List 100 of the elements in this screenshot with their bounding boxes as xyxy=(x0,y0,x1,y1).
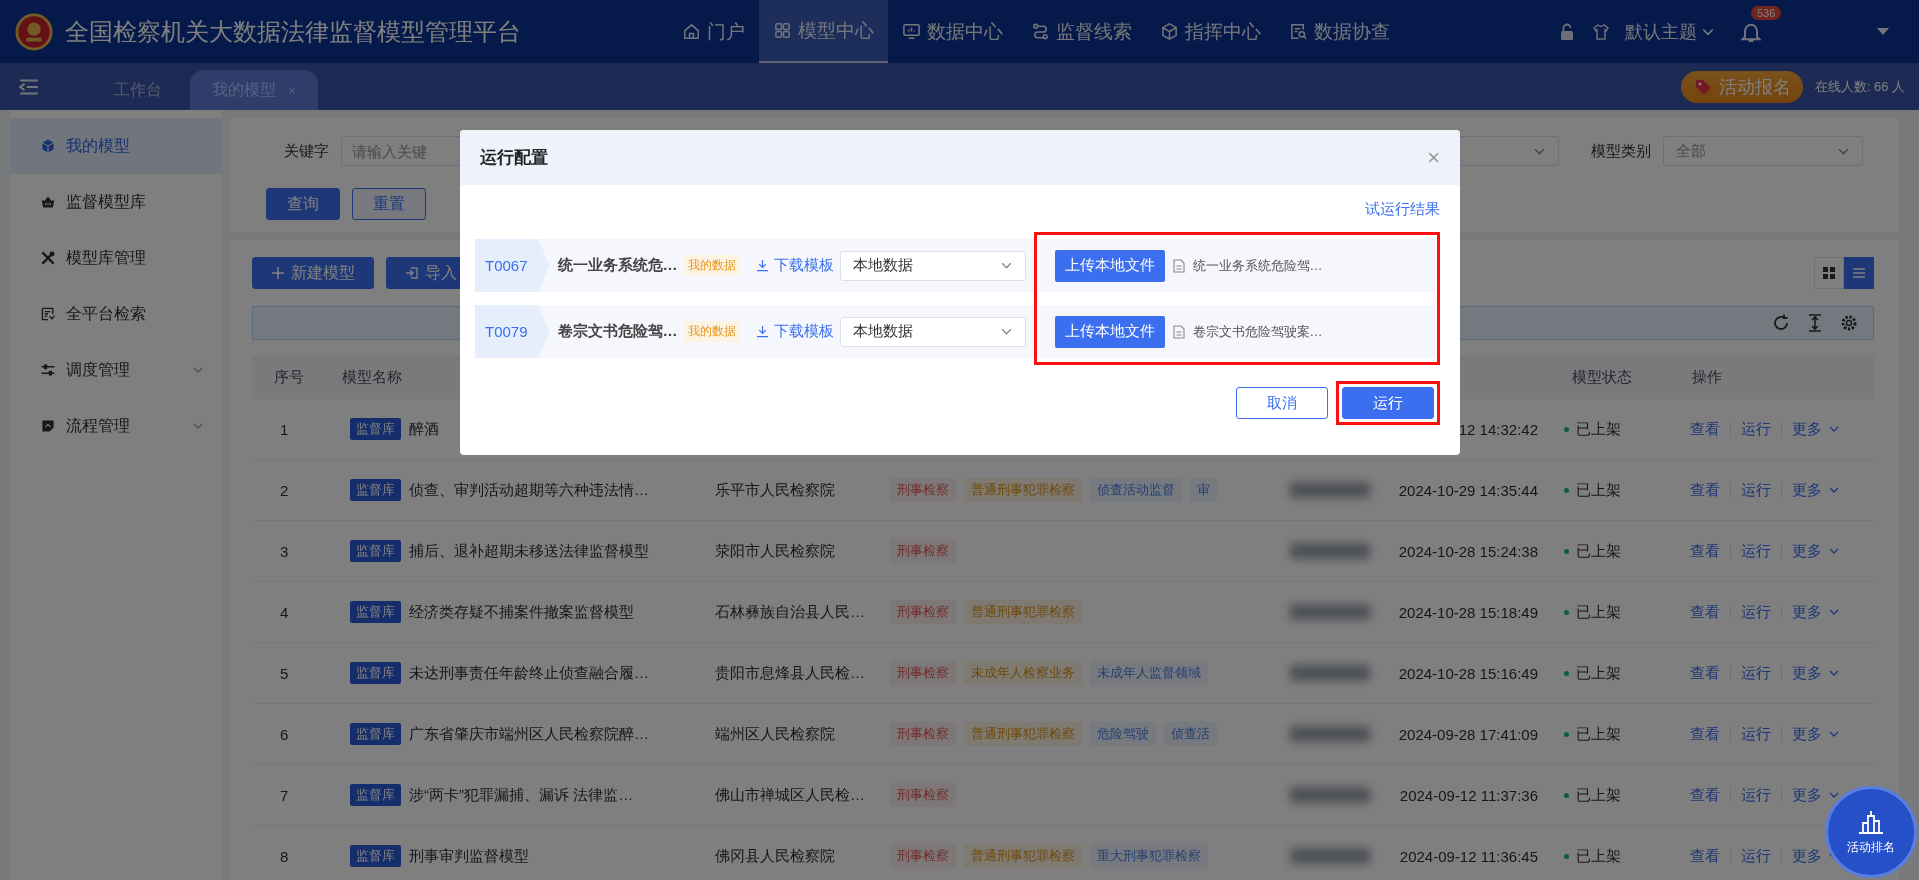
category-select[interactable]: 全部 xyxy=(1663,136,1863,166)
category-tag: 侦查活 xyxy=(1164,722,1217,746)
sidebar-item[interactable]: 模型库管理 xyxy=(10,230,222,286)
category-tag: 普通刑事犯罪检察 xyxy=(964,722,1082,746)
query-button[interactable]: 查询 xyxy=(266,188,340,220)
model-name[interactable]: 未达刑事责任年龄终止侦查融合履… xyxy=(409,663,649,683)
sidebar-item[interactable]: 流程管理 xyxy=(10,398,222,454)
action-link[interactable]: 查看 xyxy=(1690,419,1720,439)
sidebar-item[interactable]: 调度管理 xyxy=(10,342,222,398)
file-icon xyxy=(1172,258,1185,273)
source-tag: 监督库 xyxy=(350,723,401,745)
action-link[interactable]: 运行 xyxy=(1741,419,1771,439)
nav-item[interactable]: 指挥中心 xyxy=(1146,0,1275,63)
more-link[interactable]: 更多 xyxy=(1792,663,1840,683)
data-source-select[interactable]: 本地数据 xyxy=(839,250,1026,281)
theme-dropdown[interactable]: 默认主题 xyxy=(1625,19,1715,44)
status-cell: 已上架 xyxy=(1550,663,1670,683)
action-link[interactable]: 运行 xyxy=(1741,541,1771,561)
nav-item[interactable]: 模型中心 xyxy=(759,0,888,63)
action-link[interactable]: 查看 xyxy=(1690,541,1720,561)
trial-result-link[interactable]: 试运行结果 xyxy=(1365,199,1440,219)
row-number: 4 xyxy=(279,603,290,621)
menu-fold-icon[interactable] xyxy=(18,76,40,98)
model-code-tag: T0079 xyxy=(475,305,550,358)
grid-view-button[interactable] xyxy=(1814,257,1844,289)
source-tag: 监督库 xyxy=(350,418,401,440)
close-button[interactable]: × xyxy=(1427,144,1440,171)
model-name[interactable]: 经济类存疑不捕案件撤案监督模型 xyxy=(409,602,634,622)
tools-icon xyxy=(40,250,56,266)
settings-icon[interactable] xyxy=(1839,313,1859,333)
category-label: 模型类别 xyxy=(1591,141,1651,161)
action-link[interactable]: 查看 xyxy=(1690,480,1720,500)
action-link[interactable]: 运行 xyxy=(1741,663,1771,683)
category-tag: 刑事检察 xyxy=(890,600,956,624)
category-tag: 普通刑事犯罪检察 xyxy=(964,478,1082,502)
import-icon xyxy=(405,266,419,280)
refresh-icon[interactable] xyxy=(1771,313,1791,333)
row-number: 7 xyxy=(279,786,290,804)
action-link[interactable]: 查看 xyxy=(1690,785,1720,805)
organization-cell: 荥阳市人民检察院 xyxy=(715,541,835,559)
action-link[interactable]: 查看 xyxy=(1690,846,1720,866)
category-tag: 刑事检察 xyxy=(890,783,956,807)
online-count: 在线人数: 66 人 xyxy=(1814,77,1905,96)
row-number: 3 xyxy=(279,542,290,560)
action-link[interactable]: 查看 xyxy=(1690,724,1720,744)
reset-button[interactable]: 重置 xyxy=(352,188,426,220)
category-tag: 侦查活动监督 xyxy=(1090,478,1182,502)
sidebar-item[interactable]: 我的模型 xyxy=(10,118,222,174)
model-name[interactable]: 涉“两卡”犯罪漏捕、漏诉 法律监… xyxy=(409,785,634,805)
upload-button[interactable]: 上传本地文件 xyxy=(1054,315,1165,348)
nav-item[interactable]: 监督线索 xyxy=(1017,0,1146,63)
download-template-link[interactable]: 下载模板 xyxy=(755,322,834,341)
status-cell: 已上架 xyxy=(1550,602,1670,622)
row-number: 8 xyxy=(279,847,290,865)
action-link[interactable]: 查看 xyxy=(1690,663,1720,683)
more-link[interactable]: 更多 xyxy=(1792,480,1840,500)
action-link[interactable]: 查看 xyxy=(1690,602,1720,622)
event-signup-button[interactable]: 活动报名 xyxy=(1680,70,1803,103)
model-name[interactable]: 醉酒 xyxy=(409,419,439,439)
model-name[interactable]: 广东省肇庆市端州区人民检察院醉… xyxy=(409,724,649,744)
category-tag: 危险驾驶 xyxy=(1090,722,1156,746)
status-cell: 已上架 xyxy=(1550,419,1670,439)
column-header: 序号 xyxy=(273,367,305,387)
model-name[interactable]: 侦查、审判活动超期等六种违法情… xyxy=(409,480,649,500)
action-link[interactable]: 运行 xyxy=(1741,846,1771,866)
category-tag: 刑事检察 xyxy=(890,844,956,868)
more-link[interactable]: 更多 xyxy=(1792,419,1840,439)
sidebar-item[interactable]: 全平台检索 xyxy=(10,286,222,342)
cancel-button[interactable]: 取消 xyxy=(1236,387,1328,419)
download-template-link[interactable]: 下载模板 xyxy=(755,256,834,275)
nav-item[interactable]: 数据协查 xyxy=(1275,0,1404,63)
data-source-select[interactable]: 本地数据 xyxy=(839,316,1026,347)
dropdown-triangle-icon[interactable] xyxy=(1877,27,1889,36)
action-link[interactable]: 运行 xyxy=(1741,724,1771,744)
new-model-button[interactable]: 新建模型 xyxy=(252,257,374,289)
sidebar-item[interactable]: 监督模型库 xyxy=(10,174,222,230)
list-view-button[interactable] xyxy=(1844,257,1874,289)
home-icon xyxy=(682,22,701,41)
organization-cell: 端州区人民检察院 xyxy=(715,724,835,742)
run-button[interactable]: 运行 xyxy=(1342,387,1434,419)
note-icon xyxy=(40,418,56,434)
keyword-label: 关键字 xyxy=(284,141,329,161)
action-link[interactable]: 运行 xyxy=(1741,480,1771,500)
file-name: 卷宗文书危险驾驶案… xyxy=(1192,322,1323,341)
action-link[interactable]: 运行 xyxy=(1741,602,1771,622)
status-cell: 已上架 xyxy=(1550,785,1670,805)
category-tag: 刑事检察 xyxy=(890,539,956,563)
data-tag: 我的数据 xyxy=(683,255,740,276)
upload-button[interactable]: 上传本地文件 xyxy=(1054,249,1165,282)
model-name[interactable]: 刑事审判监督模型 xyxy=(409,846,529,866)
more-link[interactable]: 更多 xyxy=(1792,602,1840,622)
nav-item[interactable]: 数据中心 xyxy=(888,0,1017,63)
grid-icon xyxy=(1822,266,1836,280)
model-name[interactable]: 捕后、退补超期未移送法律监督模型 xyxy=(409,541,649,561)
action-link[interactable]: 运行 xyxy=(1741,785,1771,805)
more-link[interactable]: 更多 xyxy=(1792,724,1840,744)
nav-item[interactable]: 门户 xyxy=(668,0,759,63)
more-link[interactable]: 更多 xyxy=(1792,541,1840,561)
category-tag: 刑事检察 xyxy=(890,722,956,746)
document-search-icon xyxy=(1289,22,1308,41)
